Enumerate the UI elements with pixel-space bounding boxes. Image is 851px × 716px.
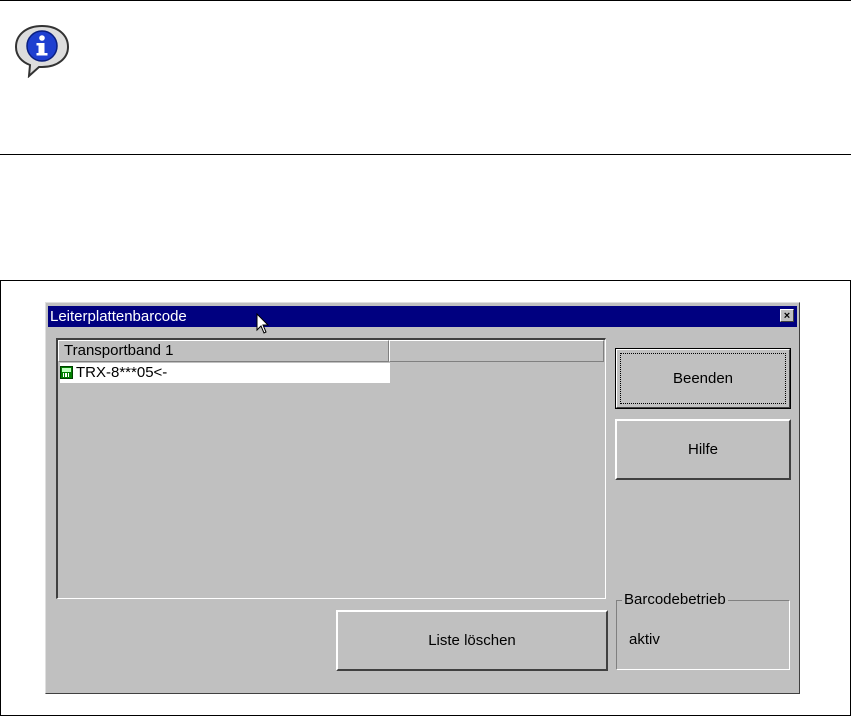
barcode-mode-group: Barcodebetrieb aktiv — [616, 591, 790, 670]
column-header-label: Transportband 1 — [64, 342, 174, 359]
column-header-empty[interactable] — [389, 340, 604, 362]
mouse-cursor-icon — [256, 313, 270, 334]
list-item-text: TRX-8***05<- — [76, 364, 168, 381]
close-icon: × — [783, 310, 791, 322]
middle-rule — [0, 154, 851, 155]
dialog-title: Leiterplattenbarcode — [50, 308, 187, 325]
list-item[interactable]: TRX-8***05<- — [60, 363, 390, 383]
liste-loeschen-button-label: Liste löschen — [428, 632, 516, 649]
close-button[interactable]: × — [780, 309, 794, 322]
barcode-item-icon — [60, 366, 73, 379]
barcode-dialog: Leiterplattenbarcode × Transportband 1 T… — [45, 302, 800, 694]
focus-rect — [620, 353, 786, 404]
beenden-button[interactable]: Beenden — [615, 348, 791, 409]
top-rule — [0, 0, 851, 1]
barcode-status: aktiv — [629, 631, 660, 648]
barcode-list[interactable]: Transportband 1 TRX-8***05<- — [56, 338, 606, 599]
column-header-transportband[interactable]: Transportband 1 — [58, 340, 389, 362]
hilfe-button[interactable]: Hilfe — [615, 419, 791, 480]
info-icon — [14, 24, 70, 78]
liste-loeschen-button[interactable]: Liste löschen — [336, 610, 608, 671]
hilfe-button-label: Hilfe — [687, 441, 718, 458]
group-title: Barcodebetrieb — [622, 591, 728, 609]
dialog-titlebar[interactable]: Leiterplattenbarcode × — [48, 306, 797, 327]
